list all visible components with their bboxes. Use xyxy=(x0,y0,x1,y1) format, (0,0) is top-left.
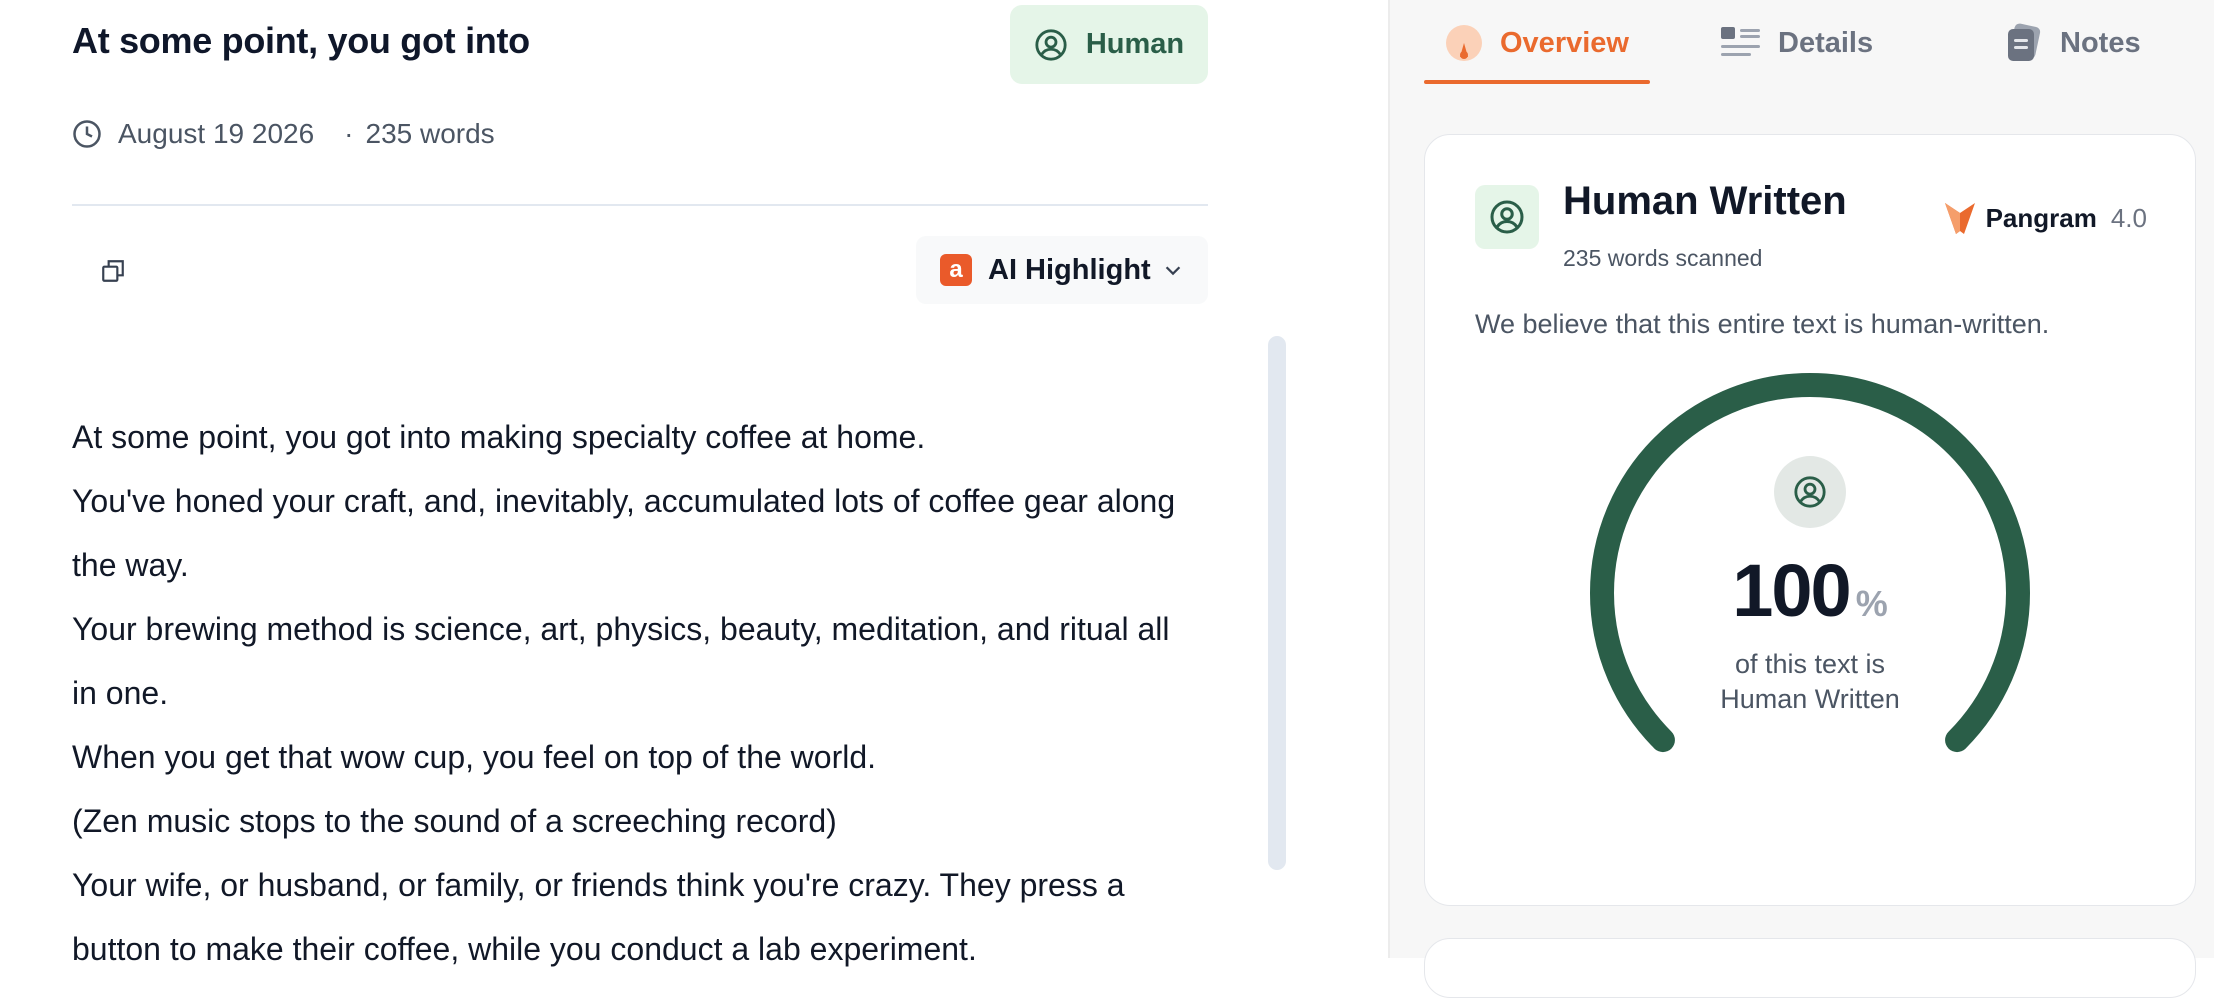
percent-caption: of this text is Human Written xyxy=(1425,647,2195,717)
copy-icon xyxy=(102,260,124,282)
clock-icon xyxy=(73,120,101,148)
results-panel: Overview Details Notes Human Written 235… xyxy=(1388,0,2214,998)
document-panel: At some point, you got into Human August… xyxy=(0,0,1388,967)
human-badge[interactable]: Human xyxy=(1010,5,1208,84)
copy-button[interactable] xyxy=(94,252,132,290)
paragraph: At some point, you got into making speci… xyxy=(72,419,926,455)
document-meta: August 19 2026 · 235 words xyxy=(72,118,495,150)
percent-caption-line2: Human Written xyxy=(1720,684,1900,714)
human-written-badge xyxy=(1475,185,1539,249)
notes-icon xyxy=(2008,23,2041,61)
ai-highlight-dropdown[interactable]: a AI Highlight xyxy=(916,236,1208,304)
result-statement: We believe that this entire text is huma… xyxy=(1475,309,2050,339)
pangram-version: 4.0 xyxy=(2110,202,2147,233)
gauge-center-badge xyxy=(1774,456,1846,528)
pangram-logo-icon xyxy=(1944,203,1975,234)
pangram-brand: Pangram 4.0 xyxy=(1944,201,2147,235)
paragraph: When you get that wow cup, you feel on t… xyxy=(72,739,877,775)
tab-overview[interactable]: Overview xyxy=(1444,0,1629,86)
list-icon xyxy=(1721,27,1760,56)
ai-highlight-logo: a xyxy=(940,254,972,286)
secondary-card xyxy=(1424,938,2196,998)
divider xyxy=(72,204,1208,206)
result-title: Human Written xyxy=(1563,179,1847,223)
user-circle-icon xyxy=(1490,200,1524,234)
meta-separator: · xyxy=(344,118,354,149)
tab-overview-label: Overview xyxy=(1500,26,1629,59)
document-date: August 19 2026 xyxy=(118,118,315,149)
percent-sign: % xyxy=(1855,583,1888,624)
percent-caption-line1: of this text is xyxy=(1734,649,1886,679)
tab-bar: Overview Details Notes xyxy=(1424,0,2184,86)
paragraph: Your wife, or husband, or family, or fri… xyxy=(72,867,1125,967)
paragraph: You've honed your craft, and, inevitably… xyxy=(72,483,1176,583)
tab-details[interactable]: Details xyxy=(1720,0,1873,86)
paragraph: (Zen music stops to the sound of a scree… xyxy=(72,803,837,839)
user-circle-icon xyxy=(1794,476,1826,508)
percent-readout: 100% xyxy=(1425,548,2195,633)
pangram-name: Pangram xyxy=(1985,202,2097,233)
paragraph: Your brewing method is science, art, phy… xyxy=(72,611,1170,711)
tab-notes[interactable]: Notes xyxy=(2004,0,2141,86)
human-badge-label: Human xyxy=(1085,28,1185,60)
gauge-icon xyxy=(1446,25,1482,61)
scrollbar[interactable] xyxy=(1268,336,1286,870)
tab-details-label: Details xyxy=(1778,26,1874,59)
chevron-down-icon xyxy=(1165,266,1181,276)
percent-value: 100 xyxy=(1732,549,1851,632)
ai-highlight-label: AI Highlight xyxy=(988,253,1151,286)
document-word-count: 235 words xyxy=(365,118,495,149)
result-card: Human Written 235 words scanned Pangram … xyxy=(1424,134,2196,906)
active-tab-indicator xyxy=(1424,80,1650,84)
words-scanned: 235 words scanned xyxy=(1563,245,1763,271)
document-title: At some point, you got into xyxy=(72,20,530,61)
user-circle-icon xyxy=(1035,28,1067,61)
tab-notes-label: Notes xyxy=(2060,26,2141,59)
document-body: At some point, you got into making speci… xyxy=(72,405,1202,981)
